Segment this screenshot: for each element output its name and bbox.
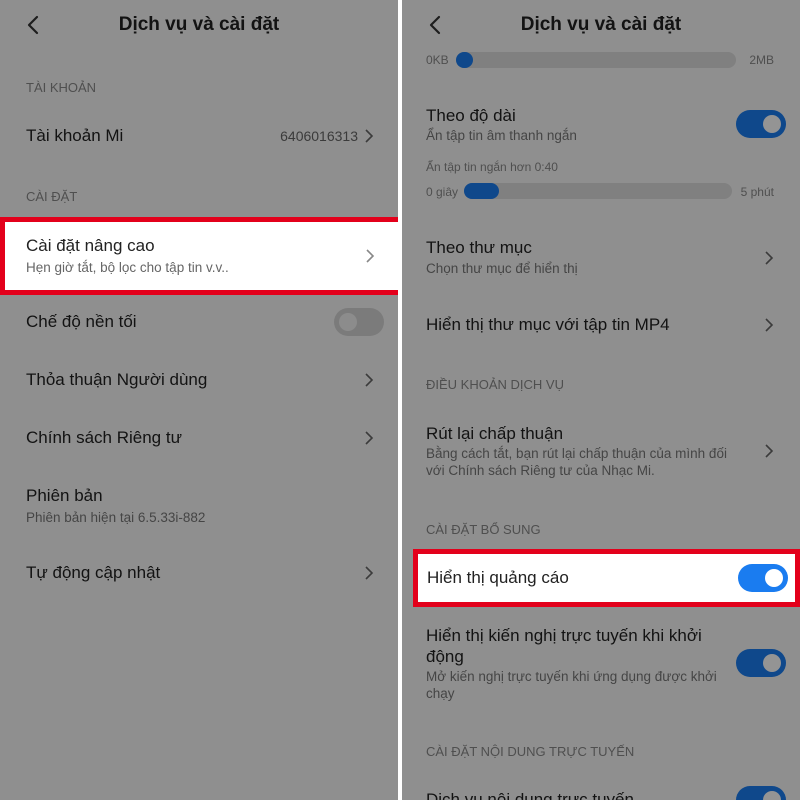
size-slider[interactable]: [456, 52, 736, 68]
length-filter-row[interactable]: Theo độ dài Ẩn tập tin âm thanh ngắn: [402, 100, 800, 160]
show-ads-toggle[interactable]: [738, 564, 788, 592]
advanced-settings-label: Cài đặt nâng cao: [26, 236, 155, 255]
chevron-right-icon: [365, 431, 374, 445]
toggle-knob: [763, 115, 781, 133]
section-label-account: TÀI KHOẢN: [26, 80, 97, 95]
folder-filter-sub: Chọn thư mục để hiển thị: [426, 261, 578, 276]
account-value: 6406016313: [280, 128, 358, 144]
withdraw-consent-label: Rút lại chấp thuận: [426, 424, 564, 443]
withdraw-consent-sub-1: Bằng cách tắt, bạn rút lại chấp thuận củ…: [426, 446, 727, 461]
size-max-label: 2MB: [749, 53, 774, 67]
dark-mode-row[interactable]: Chế độ nền tối: [0, 296, 398, 348]
length-slider-fill: [464, 183, 499, 199]
online-service-toggle[interactable]: [736, 786, 786, 800]
auto-update-label: Tự động cập nhật: [26, 563, 161, 582]
toggle-knob: [765, 569, 783, 587]
privacy-policy-label: Chính sách Riêng tư: [26, 428, 182, 447]
length-min-label: 0 giây: [426, 185, 459, 199]
length-max-label: 5 phút: [740, 185, 774, 199]
chevron-right-icon: [365, 129, 374, 143]
online-service-label: Dịch vụ nội dung trực tuyến: [426, 790, 634, 800]
online-recommendation-label-2: động: [426, 647, 464, 666]
size-min-label: 0KB: [426, 53, 449, 67]
section-label-terms: ĐIỀU KHOẢN DỊCH VỤ: [426, 377, 564, 392]
right-settings-panel: Dịch vụ và cài đặt 0KB 2MB Theo độ dài Ẩ…: [402, 0, 800, 800]
online-recommendation-row[interactable]: Hiển thị kiến nghị trực tuyến khi khởi đ…: [402, 620, 800, 706]
withdraw-consent-row[interactable]: Rút lại chấp thuận Bằng cách tắt, bạn rú…: [402, 418, 800, 486]
withdraw-consent-sub-2: với Chính sách Riêng tư của Nhạc Mi.: [426, 463, 655, 478]
mp4-folder-row[interactable]: Hiển thị thư mục với tập tin MP4: [402, 300, 800, 352]
page-title: Dịch vụ và cài đặt: [118, 14, 280, 35]
show-ads-row[interactable]: Hiển thị quảng cáo: [413, 549, 800, 607]
online-service-row[interactable]: Dịch vụ nội dung trực tuyến: [402, 780, 800, 800]
user-agreement-label: Thỏa thuận Người dùng: [26, 370, 208, 389]
length-filter-toggle[interactable]: [736, 110, 786, 138]
chevron-right-icon: [365, 566, 374, 580]
left-settings-panel: Dịch vụ và cài đặt TÀI KHOẢN Tài khoản M…: [0, 0, 398, 800]
toggle-knob: [339, 313, 357, 331]
length-filter-label: Theo độ dài: [426, 106, 516, 125]
account-row[interactable]: Tài khoản Mi 6406016313: [0, 110, 398, 162]
version-row[interactable]: Phiên bản Phiên bản hiện tại 6.5.33i-882: [0, 478, 398, 538]
folder-filter-row[interactable]: Theo thư mục Chọn thư mục để hiển thị: [402, 232, 800, 290]
auto-update-row[interactable]: Tự động cập nhật: [0, 547, 398, 599]
folder-filter-label: Theo thư mục: [426, 238, 532, 257]
section-label-settings: CÀI ĐẶT: [26, 189, 78, 204]
advanced-settings-row[interactable]: Cài đặt nâng cao Hẹn giờ tắt, bộ lọc cho…: [0, 217, 398, 295]
advanced-settings-sub: Hẹn giờ tắt, bộ lọc cho tập tin v.v..: [26, 260, 229, 275]
header: Dịch vụ và cài đặt: [402, 0, 800, 52]
chevron-right-icon: [366, 249, 375, 263]
chevron-right-icon: [765, 251, 774, 265]
online-recommendation-toggle[interactable]: [736, 649, 786, 677]
online-recommendation-label-1: Hiển thị kiến nghị trực tuyến khi khởi: [426, 626, 702, 645]
online-recommendation-sub-1: Mở kiến nghị trực tuyến khi ứng dụng đượ…: [426, 669, 717, 684]
panel-divider: [398, 0, 402, 800]
header: Dịch vụ và cài đặt: [0, 0, 398, 52]
size-slider-fill: [456, 52, 473, 68]
length-filter-sub: Ẩn tập tin âm thanh ngắn: [426, 128, 577, 143]
mp4-folder-label: Hiển thị thư mục với tập tin MP4: [426, 315, 670, 334]
page-title: Dịch vụ và cài đặt: [520, 14, 682, 35]
show-ads-label: Hiển thị quảng cáo: [427, 568, 569, 587]
hide-shorter-label: Ẩn tập tin ngắn hơn 0:40: [426, 160, 558, 174]
account-label: Tài khoản Mi: [26, 126, 124, 145]
chevron-right-icon: [365, 373, 374, 387]
version-sub: Phiên bản hiện tại 6.5.33i-882: [26, 510, 206, 525]
chevron-right-icon: [765, 318, 774, 332]
length-slider[interactable]: [464, 183, 732, 199]
dark-mode-toggle[interactable]: [334, 308, 384, 336]
dark-mode-label: Chế độ nền tối: [26, 312, 137, 331]
chevron-right-icon: [765, 444, 774, 458]
section-label-extra: CÀI ĐẶT BỔ SUNG: [426, 522, 541, 537]
toggle-knob: [763, 654, 781, 672]
section-label-online: CÀI ĐẶT NỘI DUNG TRỰC TUYẾN: [426, 744, 635, 759]
online-recommendation-sub-2: chạy: [426, 686, 455, 701]
version-label: Phiên bản: [26, 486, 103, 505]
privacy-policy-row[interactable]: Chính sách Riêng tư: [0, 412, 398, 464]
toggle-knob: [763, 791, 781, 800]
user-agreement-row[interactable]: Thỏa thuận Người dùng: [0, 354, 398, 406]
